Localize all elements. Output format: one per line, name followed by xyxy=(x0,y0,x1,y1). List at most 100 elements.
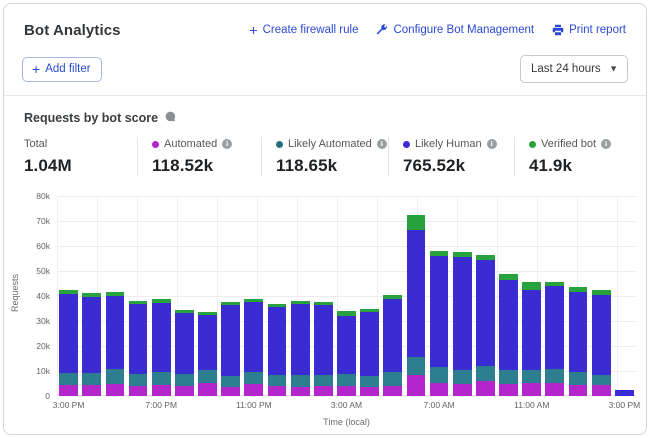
segment-likely-human xyxy=(106,296,125,369)
bar-slot xyxy=(543,196,566,396)
segment-likely-automated xyxy=(499,370,518,384)
segment-likely-human xyxy=(268,307,287,375)
segment-likely-automated xyxy=(569,372,588,385)
stacked-bar-900am[interactable] xyxy=(476,255,495,396)
stacked-bar-1200am[interactable] xyxy=(268,304,287,397)
wrench-icon xyxy=(376,24,388,36)
segment-likely-human xyxy=(360,312,379,376)
print-report-link[interactable]: Print report xyxy=(552,24,626,36)
stacked-bar-700pm[interactable] xyxy=(152,299,171,396)
stacked-bar-300am[interactable] xyxy=(337,311,356,396)
filter-row: + Add filter Last 24 hours ▼ xyxy=(4,39,646,95)
stacked-bar-1000am[interactable] xyxy=(499,274,518,397)
info-icon[interactable]: i xyxy=(601,139,611,149)
x-tick-label: 7:00 PM xyxy=(145,400,177,410)
segment-likely-automated xyxy=(314,375,333,386)
info-icon[interactable]: i xyxy=(222,139,232,149)
segment-automated xyxy=(244,384,263,396)
stat-total-value: 1.04M xyxy=(24,156,127,176)
x-tick-label: 11:00 AM xyxy=(514,400,549,410)
segment-likely-human xyxy=(615,390,634,396)
x-tick-label: 7:00 AM xyxy=(424,400,455,410)
bar-slot xyxy=(289,196,312,396)
stacked-bar-500am[interactable] xyxy=(383,295,402,396)
stats-row: Total 1.04M Automated i 118.52k Likely A… xyxy=(4,129,646,188)
section-title: Requests by bot score xyxy=(24,111,158,125)
page-title: Bot Analytics xyxy=(24,22,121,39)
segment-likely-automated xyxy=(476,366,495,381)
add-filter-button[interactable]: + Add filter xyxy=(22,57,102,82)
chart-plot-area: 010k20k30k40k50k60k70k80k xyxy=(57,196,636,396)
configure-bot-management-link[interactable]: Configure Bot Management xyxy=(376,24,534,36)
x-tick-label: 3:00 PM xyxy=(53,400,85,410)
time-range-value: Last 24 hours xyxy=(531,63,601,75)
time-range-select[interactable]: Last 24 hours ▼ xyxy=(520,55,628,83)
stacked-bar-900pm[interactable] xyxy=(198,312,217,396)
segment-likely-automated xyxy=(152,372,171,385)
bar-slot xyxy=(265,196,288,396)
segment-likely-automated xyxy=(522,370,541,383)
y-tick-label: 50k xyxy=(36,266,50,276)
stacked-bar-200am[interactable] xyxy=(314,302,333,396)
bar-slot xyxy=(173,196,196,396)
create-firewall-rule-link[interactable]: + Create firewall rule xyxy=(249,24,358,36)
stacked-bar-1200pm[interactable] xyxy=(545,282,564,396)
y-tick-label: 40k xyxy=(36,291,50,301)
stacked-bar-200pm[interactable] xyxy=(592,290,611,396)
segment-likely-human xyxy=(453,257,472,370)
segment-verified-bot xyxy=(522,282,541,290)
segment-likely-human xyxy=(522,290,541,370)
y-tick-label: 60k xyxy=(36,241,50,251)
segment-automated xyxy=(129,386,148,396)
segment-likely-automated xyxy=(198,370,217,383)
segment-likely-automated xyxy=(106,369,125,384)
segment-likely-automated xyxy=(337,374,356,387)
segment-likely-human xyxy=(175,313,194,374)
x-tick-label: 11:00 PM xyxy=(236,400,272,410)
info-icon[interactable]: i xyxy=(377,139,387,149)
stat-verified-bot-label: Verified bot xyxy=(541,138,596,150)
segment-likely-automated xyxy=(407,357,426,375)
y-tick-label: 10k xyxy=(36,366,50,376)
stacked-bar-600pm[interactable] xyxy=(129,301,148,397)
segment-likely-human xyxy=(337,316,356,374)
stacked-bar-400am[interactable] xyxy=(360,309,379,397)
stacked-bar-500pm[interactable] xyxy=(106,292,125,396)
stacked-bar-100am[interactable] xyxy=(291,301,310,396)
stacked-bar-800am[interactable] xyxy=(453,252,472,396)
annotation-bubble-icon[interactable] xyxy=(165,109,176,127)
stacked-bar-100pm[interactable] xyxy=(569,287,588,396)
verified-bot-dot xyxy=(529,141,536,148)
plus-icon: + xyxy=(249,25,257,35)
bar-slot xyxy=(381,196,404,396)
create-firewall-rule-label: Create firewall rule xyxy=(263,24,359,36)
stacked-bar-300pm[interactable] xyxy=(615,390,634,396)
stacked-bar-600am[interactable] xyxy=(407,215,426,396)
bar-slot xyxy=(126,196,149,396)
stacked-bar-1100am[interactable] xyxy=(522,282,541,396)
stat-likely-automated-label: Likely Automated xyxy=(288,138,372,150)
segment-likely-human xyxy=(430,256,449,367)
y-tick-label: 30k xyxy=(36,316,50,326)
stat-likely-automated-value: 118.65k xyxy=(276,156,378,176)
segment-likely-human xyxy=(314,305,333,375)
stacked-bar-800pm[interactable] xyxy=(175,310,194,396)
likely-human-dot xyxy=(403,141,410,148)
segment-likely-human xyxy=(476,260,495,366)
segment-likely-automated xyxy=(545,369,564,383)
stat-verified-bot: Verified bot i 41.9k xyxy=(514,137,626,176)
stacked-bar-400pm[interactable] xyxy=(82,293,101,396)
stacked-bar-300pm[interactable] xyxy=(59,290,78,396)
bar-slot xyxy=(566,196,589,396)
segment-likely-human xyxy=(291,304,310,375)
info-icon[interactable]: i xyxy=(487,139,497,149)
stacked-bar-700am[interactable] xyxy=(430,251,449,396)
stacked-bar-1000pm[interactable] xyxy=(221,302,240,396)
segment-automated xyxy=(221,387,240,396)
printer-icon xyxy=(552,24,564,36)
stat-automated: Automated i 118.52k xyxy=(137,137,261,176)
print-report-label: Print report xyxy=(569,24,626,36)
segment-likely-automated xyxy=(175,374,194,387)
stacked-bar-1100pm[interactable] xyxy=(244,299,263,397)
segment-likely-human xyxy=(221,305,240,376)
